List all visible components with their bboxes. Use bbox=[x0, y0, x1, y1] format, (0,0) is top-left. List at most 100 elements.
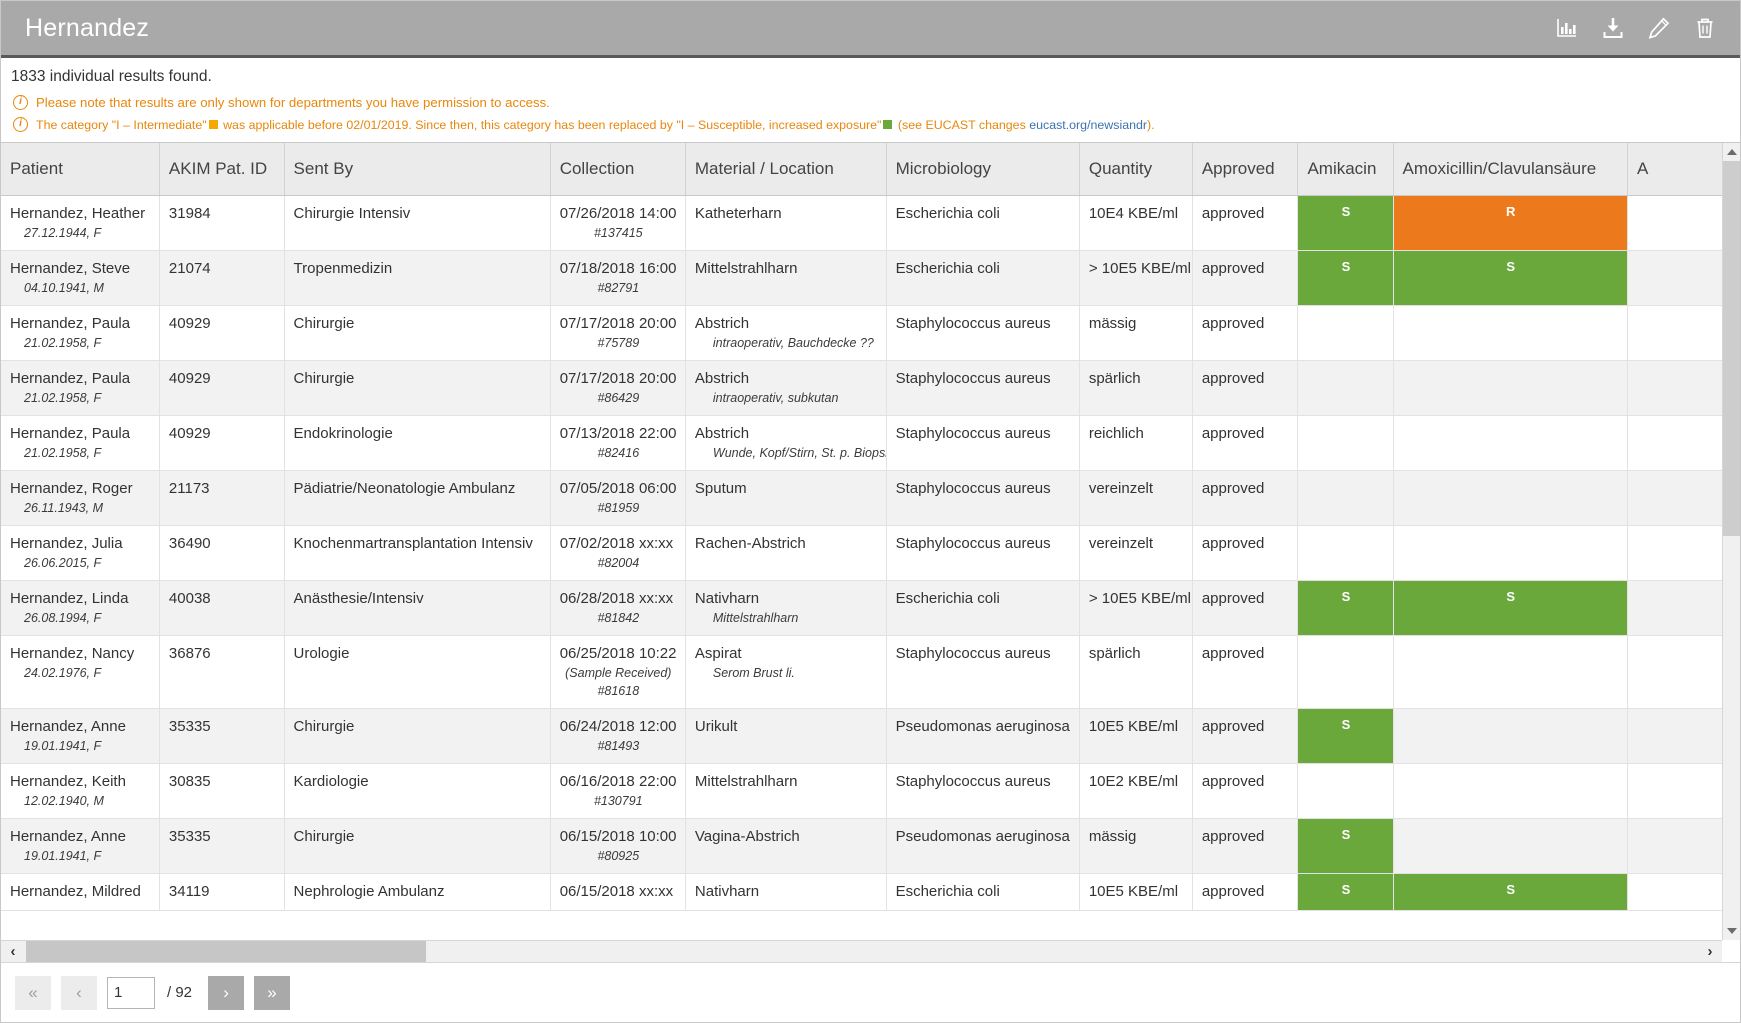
horizontal-scroll-thumb[interactable] bbox=[26, 941, 426, 962]
horizontal-scrollbar[interactable]: ‹ › bbox=[1, 940, 1722, 962]
info-icon: i bbox=[13, 95, 28, 110]
cell-next-partial[interactable] bbox=[1627, 195, 1722, 251]
pagination-bar: « ‹ / 92 › » bbox=[1, 962, 1740, 1022]
cell-amoxicillin-clavulansaeure[interactable]: S bbox=[1393, 250, 1628, 306]
cell-amikacin[interactable] bbox=[1297, 470, 1394, 526]
cell-amoxicillin-clavulansaeure[interactable] bbox=[1393, 360, 1628, 416]
cell-amoxicillin-clavulansaeure[interactable] bbox=[1393, 525, 1628, 581]
cell-next-partial[interactable] bbox=[1627, 470, 1722, 526]
table-row[interactable]: Hernandez, Julia 26.06.2015, F 36490 Knoche… bbox=[1, 525, 1722, 581]
scroll-up-button[interactable] bbox=[1723, 143, 1740, 161]
table-row[interactable]: Hernandez, Anne 19.01.1941, F 35335 Chirurg… bbox=[1, 708, 1722, 764]
table-row[interactable]: Hernandez, Anne 19.01.1941, F 35335 Chirurg… bbox=[1, 818, 1722, 874]
table-row[interactable]: Hernandez, Paula 21.02.1958, F 40929 Chirur… bbox=[1, 360, 1722, 416]
cell-sent-by: Nephrologie Ambulanz bbox=[284, 873, 551, 911]
cell-amoxicillin-clavulansaeure[interactable] bbox=[1393, 635, 1628, 709]
cell-patient-sub: 19.01.1941, F bbox=[24, 738, 102, 753]
column-header-akim-id[interactable]: AKIM Pat. ID bbox=[159, 143, 285, 196]
cell-amikacin[interactable] bbox=[1297, 415, 1394, 471]
cell-amikacin[interactable]: S bbox=[1297, 580, 1394, 636]
cell-amikacin[interactable] bbox=[1297, 763, 1394, 819]
cell-amoxicillin-clavulansaeure[interactable] bbox=[1393, 708, 1628, 764]
cell-amoxicillin-clavulansaeure[interactable] bbox=[1393, 763, 1628, 819]
cell-patient: Hernandez, Julia 26.06.2015, F bbox=[1, 525, 160, 581]
cell-next-partial[interactable] bbox=[1627, 708, 1722, 764]
cell-amoxicillin-clavulansaeure[interactable]: R bbox=[1393, 195, 1628, 251]
cell-next-partial[interactable] bbox=[1627, 635, 1722, 709]
cell-material-sub: Serom Brust li. bbox=[712, 665, 795, 680]
cell-approved: approved bbox=[1192, 635, 1299, 709]
download-icon[interactable] bbox=[1600, 15, 1626, 41]
table-row[interactable]: Hernandez, Nancy 24.02.1976, F 36876 Urolog… bbox=[1, 635, 1722, 709]
cell-amikacin[interactable]: S bbox=[1297, 708, 1394, 764]
eucast-part1: The category "I – Intermediate" bbox=[36, 118, 207, 132]
cell-amoxicillin-clavulansaeure[interactable] bbox=[1393, 415, 1628, 471]
cell-amoxicillin-clavulansaeure[interactable]: S bbox=[1393, 873, 1628, 911]
cell-amikacin[interactable] bbox=[1297, 635, 1394, 709]
cell-amikacin[interactable]: S bbox=[1297, 250, 1394, 306]
table-row[interactable]: Hernandez, Keith 12.02.1940, M 30835 Kardio… bbox=[1, 763, 1722, 819]
cell-next-partial[interactable] bbox=[1627, 250, 1722, 306]
page-number-input[interactable] bbox=[107, 976, 155, 1009]
first-page-button[interactable]: « bbox=[15, 975, 51, 1010]
cell-amoxicillin-clavulansaeure[interactable] bbox=[1393, 818, 1628, 874]
table-row[interactable]: Hernandez, Steve 04.10.1941, M 21074 Tropen… bbox=[1, 250, 1722, 306]
column-header-microbiology[interactable]: Microbiology bbox=[886, 143, 1080, 196]
column-header-collection[interactable]: Collection bbox=[550, 143, 686, 196]
cell-akim-id: 30835 bbox=[159, 763, 285, 819]
cell-sample-id: #80925 bbox=[597, 848, 640, 863]
edit-icon[interactable] bbox=[1646, 15, 1672, 41]
cell-amoxicillin-clavulansaeure[interactable]: S bbox=[1393, 580, 1628, 636]
column-header-sent-by[interactable]: Sent By bbox=[284, 143, 551, 196]
vertical-scroll-thumb[interactable] bbox=[1723, 161, 1740, 536]
column-header-quantity[interactable]: Quantity bbox=[1079, 143, 1193, 196]
column-header-amikacin[interactable]: Amikacin bbox=[1297, 143, 1394, 196]
cell-patient-sub: 27.12.1944, F bbox=[24, 225, 102, 240]
cell-amoxicillin-clavulansaeure[interactable] bbox=[1393, 305, 1628, 361]
trash-icon[interactable] bbox=[1692, 15, 1718, 41]
cell-next-partial[interactable] bbox=[1627, 415, 1722, 471]
cell-next-partial[interactable] bbox=[1627, 580, 1722, 636]
cell-amikacin[interactable]: S bbox=[1297, 873, 1394, 911]
next-page-button[interactable]: › bbox=[208, 975, 245, 1010]
table-row[interactable]: Hernandez, Linda 26.08.1994, F 40038 Anästh… bbox=[1, 580, 1722, 636]
permission-notice: i Please note that results are only show… bbox=[11, 92, 1740, 114]
cell-amikacin[interactable] bbox=[1297, 525, 1394, 581]
cell-next-partial[interactable] bbox=[1627, 818, 1722, 874]
cell-akim-id-value: 31984 bbox=[168, 204, 211, 222]
cell-amikacin[interactable] bbox=[1297, 305, 1394, 361]
scroll-down-button[interactable] bbox=[1723, 922, 1740, 940]
column-header-material[interactable]: Material / Location bbox=[685, 143, 887, 196]
prev-page-button[interactable]: ‹ bbox=[61, 975, 97, 1010]
cell-quantity-value: 10E5 KBE/ml bbox=[1088, 717, 1179, 735]
column-header-approved[interactable]: Approved bbox=[1192, 143, 1299, 196]
table-row[interactable]: Hernandez, Paula 21.02.1958, F 40929 Chirur… bbox=[1, 305, 1722, 361]
table-row[interactable]: Hernandez, Roger 26.11.1943, M 21173 Pädiat… bbox=[1, 470, 1722, 526]
cell-microbiology-value: Staphylococcus aureus bbox=[895, 424, 1051, 442]
column-header-patient[interactable]: Patient bbox=[1, 143, 160, 196]
cell-amikacin[interactable]: S bbox=[1297, 195, 1394, 251]
column-header-amoxicillin-clavulansaeure[interactable]: Amoxicillin/Clavulansäure bbox=[1393, 143, 1628, 196]
scroll-left-button[interactable]: ‹ bbox=[1, 941, 25, 962]
eucast-link[interactable]: eucast.org/newsiandr bbox=[1029, 118, 1147, 132]
cell-material: Aspirat Serom Brust li. bbox=[685, 635, 887, 709]
cell-next-partial[interactable] bbox=[1627, 763, 1722, 819]
cell-amoxicillin-clavulansaeure[interactable] bbox=[1393, 470, 1628, 526]
column-header-next-partial[interactable]: A bbox=[1627, 143, 1722, 196]
table-row[interactable]: Hernandez, Mildred 34119 Nephrologie Ambul… bbox=[1, 873, 1722, 911]
cell-patient-value: Hernandez, Julia bbox=[10, 534, 123, 552]
cell-amikacin[interactable]: S bbox=[1297, 818, 1394, 874]
last-page-button[interactable]: » bbox=[254, 975, 291, 1010]
cell-next-partial[interactable] bbox=[1627, 525, 1722, 581]
vertical-scrollbar[interactable] bbox=[1722, 143, 1740, 940]
cell-akim-id-value: 40038 bbox=[168, 589, 211, 607]
chart-icon[interactable] bbox=[1554, 15, 1580, 41]
table-row[interactable]: Hernandez, Heather 27.12.1944, F 31984 Chir… bbox=[1, 195, 1722, 251]
scroll-right-button[interactable]: › bbox=[1698, 941, 1722, 962]
cell-amikacin[interactable] bbox=[1297, 360, 1394, 416]
cell-next-partial[interactable] bbox=[1627, 360, 1722, 416]
cell-quantity: 10E5 KBE/ml bbox=[1079, 873, 1193, 911]
cell-next-partial[interactable] bbox=[1627, 305, 1722, 361]
table-row[interactable]: Hernandez, Paula 21.02.1958, F 40929 Endokr… bbox=[1, 415, 1722, 471]
cell-next-partial[interactable] bbox=[1627, 873, 1722, 911]
